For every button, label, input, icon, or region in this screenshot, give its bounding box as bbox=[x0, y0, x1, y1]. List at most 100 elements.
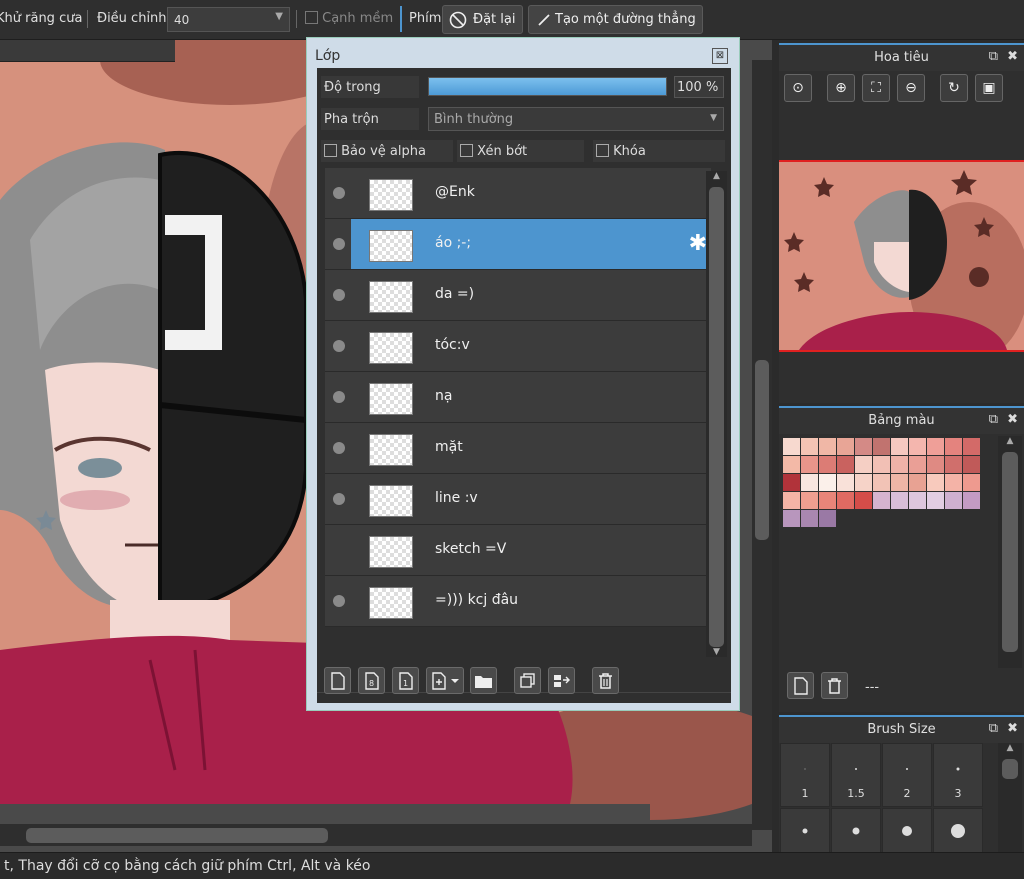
layer-list-scrollbar[interactable]: ▲ ▼ bbox=[706, 171, 727, 657]
straight-line-button[interactable]: Tạo một đường thẳng bbox=[528, 5, 703, 34]
new-8bit-layer-button[interactable]: 8 bbox=[358, 667, 385, 694]
visibility-toggle-icon[interactable] bbox=[333, 595, 345, 607]
color-swatch[interactable] bbox=[837, 456, 854, 473]
visibility-toggle-icon[interactable] bbox=[333, 340, 345, 352]
add-color-button[interactable] bbox=[787, 672, 814, 699]
horizontal-scroll-thumb[interactable] bbox=[26, 828, 328, 843]
layer-row[interactable]: =))) kcj đâu bbox=[325, 576, 711, 627]
visibility-toggle-icon[interactable] bbox=[333, 187, 345, 199]
color-swatch[interactable] bbox=[801, 510, 818, 527]
brush-size-option[interactable]: 2 bbox=[882, 743, 932, 807]
color-swatch[interactable] bbox=[819, 474, 836, 491]
visibility-toggle-icon[interactable] bbox=[333, 442, 345, 454]
palette-scrollbar[interactable]: ▲ bbox=[998, 436, 1022, 668]
color-swatch[interactable] bbox=[855, 456, 872, 473]
color-swatch[interactable] bbox=[909, 492, 926, 509]
color-swatch[interactable] bbox=[855, 438, 872, 455]
lock-checkbox[interactable] bbox=[596, 144, 609, 157]
color-swatch[interactable] bbox=[819, 510, 836, 527]
delete-color-button[interactable] bbox=[821, 672, 848, 699]
clipping-checkbox[interactable] bbox=[460, 144, 473, 157]
color-swatch[interactable] bbox=[819, 438, 836, 455]
color-swatch[interactable] bbox=[963, 492, 980, 509]
brush-size-option[interactable]: 3 bbox=[933, 743, 983, 807]
color-swatch[interactable] bbox=[945, 456, 962, 473]
color-swatch[interactable] bbox=[783, 510, 800, 527]
color-swatch[interactable] bbox=[837, 474, 854, 491]
color-swatch[interactable] bbox=[909, 438, 926, 455]
color-swatch[interactable] bbox=[783, 456, 800, 473]
layer-row[interactable]: nạ bbox=[325, 372, 711, 423]
fit-window-button[interactable]: ⛶ bbox=[862, 74, 890, 102]
layer-row[interactable]: mặt bbox=[325, 423, 711, 474]
fullscreen-button[interactable]: ▣ bbox=[975, 74, 1003, 102]
brush-size-option[interactable]: 1 bbox=[780, 743, 830, 807]
duplicate-layer-button[interactable] bbox=[514, 667, 541, 694]
add-layer-dropdown-button[interactable] bbox=[426, 667, 464, 694]
color-swatch[interactable] bbox=[837, 492, 854, 509]
new-layer-button[interactable] bbox=[324, 667, 351, 694]
delete-layer-button[interactable] bbox=[592, 667, 619, 694]
color-swatch[interactable] bbox=[873, 438, 890, 455]
scroll-down-icon[interactable]: ▼ bbox=[706, 647, 727, 657]
antialias-label[interactable]: Khử răng cưa bbox=[0, 11, 82, 26]
zoom-fit-button[interactable]: ⊙ bbox=[784, 74, 812, 102]
color-swatch[interactable] bbox=[927, 438, 944, 455]
lock-toggle[interactable]: Khóa bbox=[593, 140, 725, 162]
layer-row[interactable]: @Enk bbox=[325, 168, 711, 219]
blend-mode-select[interactable]: Bình thường ▼ bbox=[428, 107, 724, 131]
color-swatch[interactable] bbox=[963, 438, 980, 455]
color-swatch[interactable] bbox=[873, 474, 890, 491]
popout-icon[interactable]: ⧉ bbox=[989, 412, 998, 427]
merge-layer-button[interactable] bbox=[548, 667, 575, 694]
opacity-value[interactable]: 100 % bbox=[674, 76, 724, 98]
canvas-horizontal-scrollbar[interactable] bbox=[0, 824, 752, 846]
document-tab[interactable] bbox=[0, 40, 175, 62]
layer-row[interactable]: sketch =V bbox=[325, 525, 711, 576]
brush-size-option[interactable]: 1.5 bbox=[831, 743, 881, 807]
adjust-select[interactable]: 40 ▼ bbox=[167, 7, 290, 32]
close-icon[interactable]: ✖ bbox=[1007, 412, 1018, 427]
protect-alpha-checkbox[interactable] bbox=[324, 144, 337, 157]
brush-size-option[interactable] bbox=[780, 808, 830, 854]
brush-scroll-thumb[interactable] bbox=[1002, 759, 1018, 779]
zoom-in-button[interactable]: ⊕ bbox=[827, 74, 855, 102]
layer-scroll-thumb[interactable] bbox=[709, 187, 724, 647]
close-icon[interactable]: ✖ bbox=[1007, 721, 1018, 736]
color-swatch[interactable] bbox=[891, 474, 908, 491]
color-swatch[interactable] bbox=[801, 438, 818, 455]
color-swatch[interactable] bbox=[909, 474, 926, 491]
clipping-toggle[interactable]: Xén bớt bbox=[457, 140, 584, 162]
brush-size-option[interactable] bbox=[933, 808, 983, 854]
visibility-toggle-icon[interactable] bbox=[333, 493, 345, 505]
brush-size-option[interactable] bbox=[882, 808, 932, 854]
visibility-toggle-icon[interactable] bbox=[333, 391, 345, 403]
color-swatch[interactable] bbox=[783, 438, 800, 455]
scroll-up-icon[interactable]: ▲ bbox=[998, 743, 1022, 753]
color-swatch[interactable] bbox=[819, 492, 836, 509]
layer-settings-gear-icon[interactable]: ✱ bbox=[689, 231, 707, 256]
color-swatch[interactable] bbox=[927, 474, 944, 491]
visibility-toggle-icon[interactable] bbox=[333, 289, 345, 301]
new-1bit-layer-button[interactable]: 1 bbox=[392, 667, 419, 694]
soft-edge-checkbox[interactable] bbox=[305, 11, 318, 24]
color-swatch[interactable] bbox=[891, 438, 908, 455]
close-icon[interactable]: ⊠ bbox=[712, 48, 728, 64]
popout-icon[interactable]: ⧉ bbox=[989, 721, 998, 736]
vertical-scroll-thumb[interactable] bbox=[755, 360, 769, 540]
visibility-toggle-icon[interactable] bbox=[333, 238, 345, 250]
color-swatch[interactable] bbox=[801, 474, 818, 491]
color-swatch[interactable] bbox=[819, 456, 836, 473]
scroll-up-icon[interactable]: ▲ bbox=[706, 171, 727, 181]
color-swatch[interactable] bbox=[891, 492, 908, 509]
visibility-toggle-icon[interactable] bbox=[333, 544, 345, 556]
color-swatch[interactable] bbox=[909, 456, 926, 473]
color-swatch[interactable] bbox=[873, 456, 890, 473]
navigator-preview[interactable] bbox=[779, 160, 1024, 362]
palette-scroll-thumb[interactable] bbox=[1002, 452, 1018, 652]
rotate-button[interactable]: ↻ bbox=[940, 74, 968, 102]
layer-row[interactable]: tóc:v bbox=[325, 321, 711, 372]
color-swatch[interactable] bbox=[801, 456, 818, 473]
brush-size-scrollbar[interactable]: ▲ bbox=[998, 743, 1022, 854]
color-swatch[interactable] bbox=[927, 456, 944, 473]
